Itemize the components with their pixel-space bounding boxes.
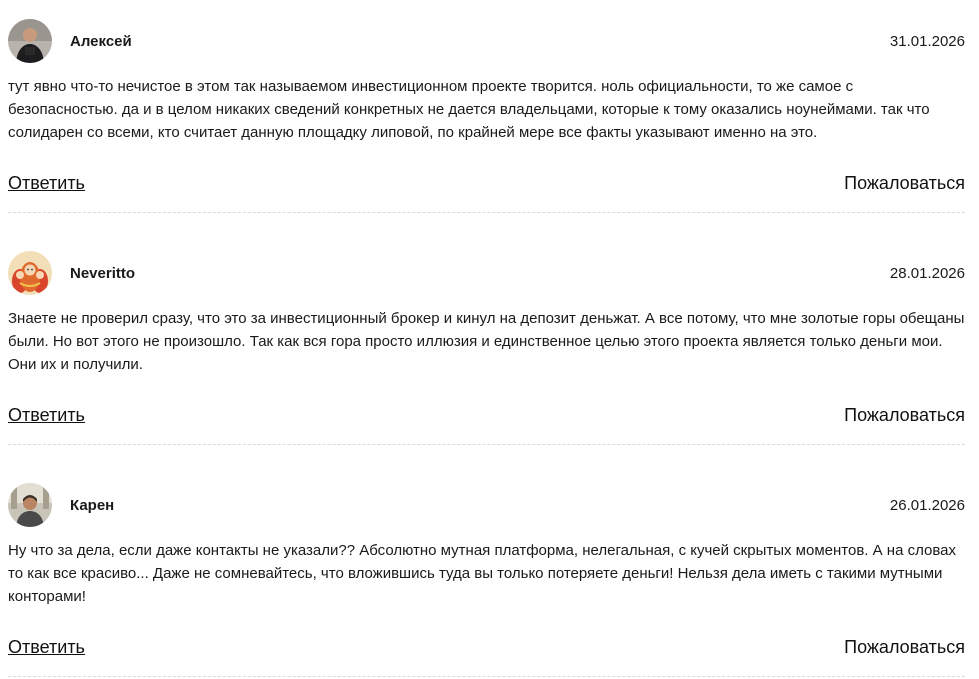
- comment-header: Алексей 31.01.2026: [8, 19, 965, 65]
- report-button[interactable]: Пожаловаться: [844, 637, 965, 658]
- author-name: Карен: [70, 497, 115, 514]
- comment-divider: [8, 212, 965, 213]
- comment-text: Ну что за дела, если даже контакты не ук…: [8, 542, 956, 605]
- comment-date: 31.01.2026: [889, 33, 965, 50]
- comment-divider: [8, 444, 965, 445]
- comment-date: 28.01.2026: [889, 265, 965, 282]
- avatar: [8, 483, 52, 527]
- author-name: Алексей: [70, 33, 132, 50]
- reply-button[interactable]: Ответить: [8, 173, 85, 194]
- comment-text: тут явно что-то нечистое в этом так назы…: [8, 78, 930, 141]
- user-avatar-icon: [8, 483, 52, 527]
- report-button[interactable]: Пожаловаться: [844, 405, 965, 426]
- reply-button[interactable]: Ответить: [8, 405, 85, 426]
- avatar: [8, 251, 52, 295]
- comment-date: 26.01.2026: [889, 497, 965, 514]
- matryoshka-avatar-icon: [8, 251, 52, 295]
- user-avatar-icon: [8, 19, 52, 63]
- comment-header: Neveritto 28.01.2026: [8, 251, 965, 297]
- comment-header: Карен 26.01.2026: [8, 483, 965, 529]
- avatar: [8, 19, 52, 63]
- comment-divider: [8, 676, 965, 677]
- reply-button[interactable]: Ответить: [8, 637, 85, 658]
- comment-text: Знаете не проверил сразу, что это за инв…: [8, 310, 965, 373]
- author-name: Neveritto: [70, 265, 136, 282]
- comments-list: Алексей 31.01.2026 тут явно что-то нечис…: [0, 0, 979, 679]
- report-button[interactable]: Пожаловаться: [844, 173, 965, 194]
